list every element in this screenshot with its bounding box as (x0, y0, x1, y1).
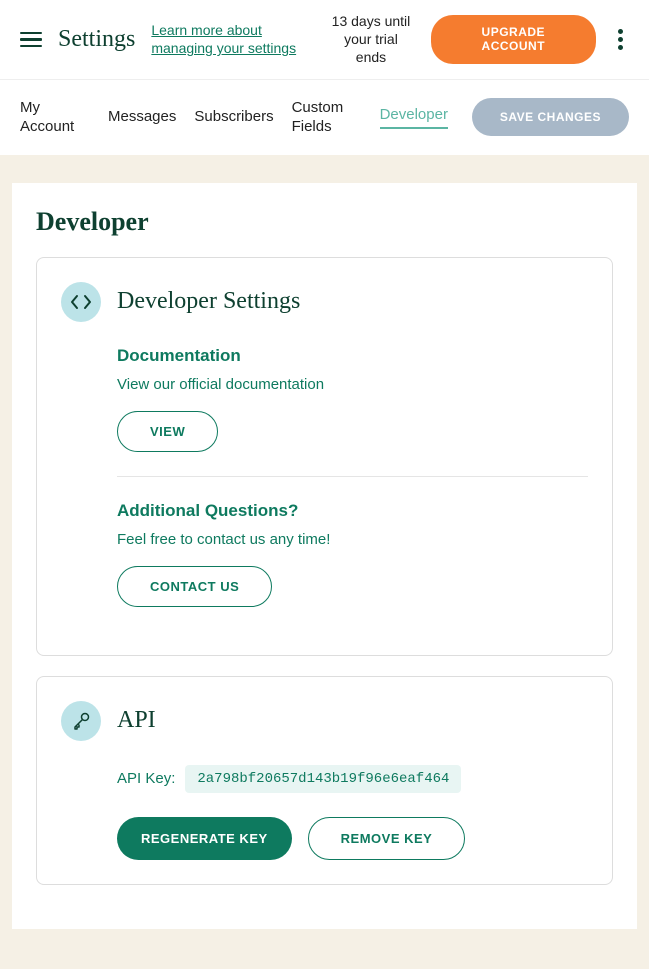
tab-developer[interactable]: Developer (380, 105, 448, 129)
card-header: API (61, 701, 588, 741)
api-card: API API Key: 2a798bf20657d143b19f96e6eaf… (36, 676, 613, 885)
api-key-row: API Key: 2a798bf20657d143b19f96e6eaf464 (117, 765, 588, 793)
doc-text: View our official documentation (117, 376, 588, 393)
tab-subscribers[interactable]: Subscribers (194, 107, 273, 127)
section-title: Developer (36, 207, 613, 237)
documentation-section: Documentation View our official document… (117, 346, 588, 452)
questions-title: Additional Questions? (117, 501, 588, 521)
learn-more-link[interactable]: Learn more about managing your settings (151, 21, 311, 57)
trial-info: 13 days untilyour trial ends (327, 12, 414, 67)
tab-custom-fields[interactable]: Custom Fields (292, 98, 362, 137)
remove-key-button[interactable]: REMOVE KEY (308, 817, 466, 860)
contact-us-button[interactable]: CONTACT US (117, 566, 272, 607)
save-changes-button[interactable]: SAVE CHANGES (472, 98, 629, 136)
doc-title: Documentation (117, 346, 588, 366)
kebab-menu-icon[interactable] (612, 23, 629, 56)
card-title: API (117, 707, 156, 734)
top-header: Settings Learn more about managing your … (0, 0, 649, 80)
hamburger-menu-icon[interactable] (20, 32, 42, 48)
regenerate-key-button[interactable]: REGENERATE KEY (117, 817, 292, 860)
tabs-bar: My Account Messages Subscribers Custom F… (0, 80, 649, 155)
code-icon (61, 282, 101, 322)
card-header: Developer Settings (61, 282, 588, 322)
page-title: Settings (58, 26, 135, 53)
developer-settings-card: Developer Settings Documentation View ou… (36, 257, 613, 656)
questions-section: Additional Questions? Feel free to conta… (117, 501, 588, 607)
api-key-label: API Key: (117, 770, 175, 787)
view-button[interactable]: VIEW (117, 411, 218, 452)
api-key-value: 2a798bf20657d143b19f96e6eaf464 (185, 765, 461, 793)
tab-messages[interactable]: Messages (108, 107, 176, 127)
content-background: Developer Developer Settings Documentati… (0, 155, 649, 969)
divider (117, 476, 588, 477)
questions-text: Feel free to contact us any time! (117, 531, 588, 548)
api-buttons: REGENERATE KEY REMOVE KEY (117, 817, 588, 860)
upgrade-account-button[interactable]: UPGRADE ACCOUNT (431, 15, 596, 64)
tab-my-account[interactable]: My Account (20, 98, 90, 137)
key-icon (61, 701, 101, 741)
content-panel: Developer Developer Settings Documentati… (12, 183, 637, 929)
card-title: Developer Settings (117, 288, 300, 315)
